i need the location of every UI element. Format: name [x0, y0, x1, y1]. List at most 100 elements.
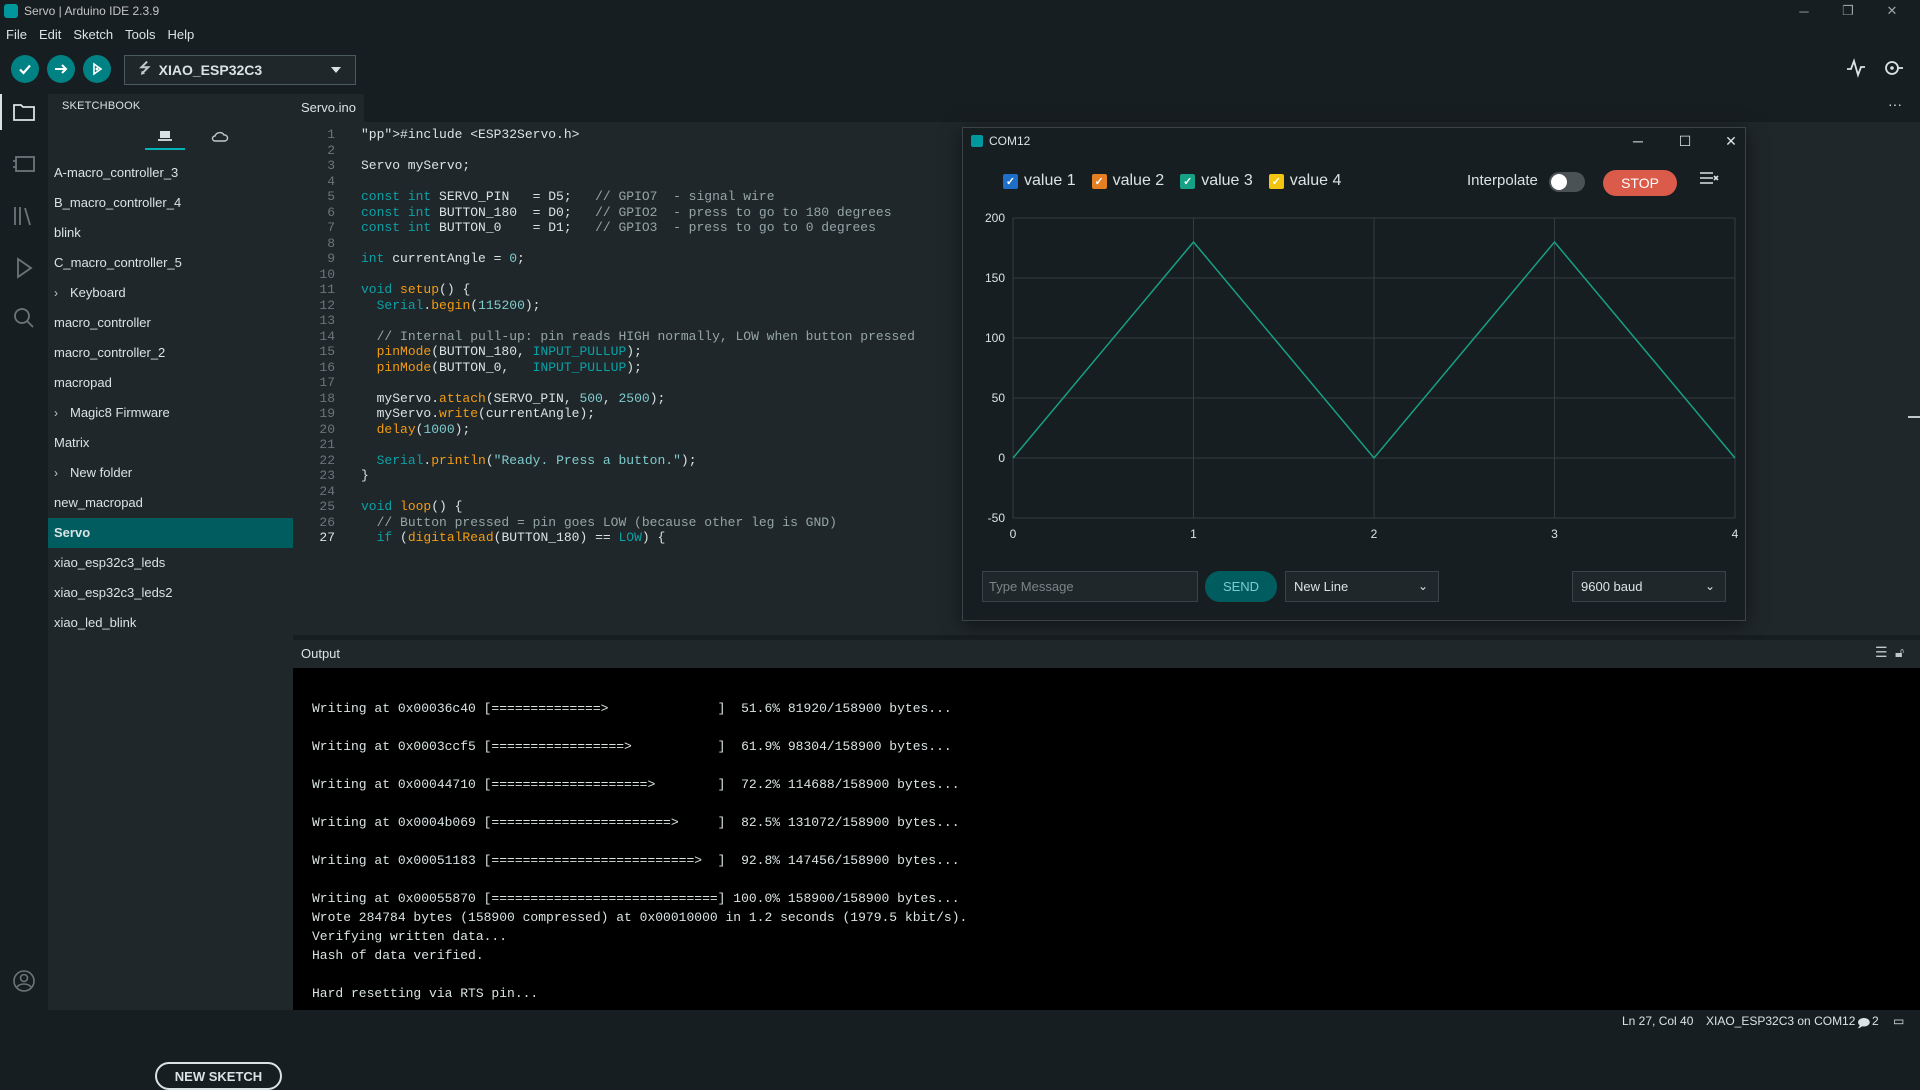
checkbox-icon[interactable]: ✓ — [1268, 173, 1284, 189]
interpolate-toggle[interactable] — [1549, 172, 1585, 192]
output-line: Verifying written data... — [312, 929, 508, 944]
plotter-icon — [1847, 58, 1865, 78]
x-tick-label: 1 — [1190, 527, 1197, 541]
minimize-button[interactable]: ─ — [1782, 0, 1826, 22]
interpolate-label: Interpolate — [1467, 172, 1538, 189]
sketch-item-label: new_macropad — [54, 495, 143, 510]
arduino-logo-icon — [971, 135, 983, 147]
sketch-item-label: C_macro_controller_5 — [54, 255, 182, 270]
legend-item[interactable]: ✓ value 3 — [1180, 172, 1253, 190]
baud-select[interactable]: 9600 baud ⌄ — [1572, 571, 1726, 602]
lock-icon[interactable]: 🔓︎ — [1895, 644, 1904, 661]
output-line: Writing at 0x00044710 [=================… — [312, 777, 960, 792]
close-button[interactable]: ✕ — [1870, 0, 1914, 22]
send-button[interactable]: SEND — [1205, 571, 1277, 602]
sketch-item[interactable]: › Magic8 Firmware — [48, 398, 293, 428]
line-ending-select[interactable]: New Line ⌄ — [1285, 571, 1439, 602]
clear-icon[interactable] — [1699, 170, 1719, 193]
sketchbook-button[interactable] — [10, 98, 38, 126]
clear-output-icon[interactable]: ☰ — [1875, 644, 1888, 661]
upload-button[interactable] — [47, 55, 75, 83]
sketch-item[interactable]: Matrix — [48, 428, 293, 458]
check-icon — [19, 64, 31, 75]
notifications-count: 2 — [1872, 1014, 1879, 1028]
more-actions-icon[interactable]: ··· — [1888, 96, 1902, 112]
checkbox-icon[interactable]: ✓ — [1091, 173, 1107, 189]
sketch-item[interactable]: xiao_esp32c3_leds2 — [48, 578, 293, 608]
menu-tools[interactable]: Tools — [119, 24, 161, 46]
chevron-down-icon — [331, 67, 341, 73]
tab-servo-ino[interactable]: Servo.ino — [293, 94, 364, 122]
sketch-item[interactable]: new_macropad — [48, 488, 293, 518]
line-number: 27 — [319, 530, 335, 545]
cursor-position[interactable]: Ln 27, Col 40 — [1622, 1014, 1693, 1028]
plotter-minimize-button[interactable]: ─ — [1628, 131, 1648, 151]
plotter-close-button[interactable]: ✕ — [1721, 131, 1741, 151]
new-sketch-button[interactable]: NEW SKETCH — [155, 1062, 282, 1090]
legend-item[interactable]: ✓ value 1 — [1003, 172, 1076, 190]
activity-bar — [0, 94, 48, 1010]
chevron-down-icon: ⌄ — [1417, 579, 1428, 593]
checkbox-icon[interactable]: ✓ — [1180, 173, 1196, 189]
sketch-item[interactable]: macro_controller — [48, 308, 293, 338]
tab-cloud-sketchbook[interactable] — [200, 124, 240, 150]
output-line: Writing at 0x0004b069 [=================… — [312, 815, 960, 830]
sketch-item[interactable]: › Keyboard — [48, 278, 293, 308]
sketch-item[interactable]: xiao_esp32c3_leds — [48, 548, 293, 578]
search-icon — [14, 308, 34, 328]
verify-button[interactable] — [11, 55, 39, 83]
serial-monitor-button[interactable] — [1882, 58, 1904, 83]
message-input[interactable]: Type Message — [982, 571, 1198, 602]
debug-panel-button[interactable] — [10, 254, 38, 282]
legend-label: value 2 — [1112, 172, 1165, 189]
sketch-item-label: A-macro_controller_3 — [54, 165, 179, 180]
debug-button[interactable] — [83, 55, 111, 83]
x-tick-label: 3 — [1551, 527, 1558, 541]
restore-button[interactable]: ❐ — [1826, 0, 1870, 22]
board-selector[interactable]: ⭍ XIAO_ESP32C3 — [124, 55, 356, 85]
menu-sketch[interactable]: Sketch — [67, 24, 119, 46]
checkbox-icon[interactable]: ✓ — [1003, 173, 1018, 189]
sketch-item[interactable]: xiao_led_blink — [48, 608, 293, 638]
boards-manager-button[interactable] — [10, 150, 38, 178]
board-port-status[interactable]: XIAO_ESP32C3 on COM12 — [1706, 1014, 1855, 1028]
sketch-item[interactable]: Servo — [48, 518, 293, 548]
chevron-right-icon: › — [54, 286, 58, 300]
search-button[interactable] — [10, 304, 38, 332]
sketch-item-label: New folder — [70, 465, 133, 480]
scroll-indicator — [1908, 416, 1920, 418]
menu-file[interactable]: File — [0, 24, 33, 46]
menu-edit[interactable]: Edit — [33, 24, 67, 46]
y-tick-label: 100 — [985, 331, 1005, 345]
serial-plotter-button[interactable] — [1846, 58, 1866, 83]
panel-toggle-icon[interactable]: ▭ — [1893, 1014, 1904, 1028]
x-tick-label: 2 — [1371, 527, 1378, 541]
output-line: Writing at 0x00051183 [=================… — [312, 853, 960, 868]
menu-help[interactable]: Help — [161, 24, 200, 46]
output-title: Output — [301, 646, 341, 661]
sketch-item-label: macro_controller — [54, 315, 151, 330]
library-manager-button[interactable] — [10, 202, 38, 230]
sketch-item[interactable]: C_macro_controller_5 — [48, 248, 293, 278]
stop-button[interactable]: STOP — [1603, 170, 1677, 196]
laptop-icon — [158, 131, 172, 141]
sketch-item[interactable]: A-macro_controller_3 — [48, 158, 293, 188]
sketch-item[interactable]: B_macro_controller_4 — [48, 188, 293, 218]
sketch-item[interactable]: blink — [48, 218, 293, 248]
tab-local-sketchbook[interactable] — [145, 124, 185, 150]
active-indicator — [0, 94, 2, 130]
output-console[interactable]: Writing at 0x00036c40 [==============> ]… — [293, 668, 1920, 1010]
y-tick-label: 150 — [985, 271, 1005, 285]
chevron-right-icon: › — [54, 406, 58, 420]
legend-item[interactable]: ✓ value 4 — [1268, 172, 1341, 190]
sketch-item[interactable]: macro_controller_2 — [48, 338, 293, 368]
sketch-item[interactable]: macropad — [48, 368, 293, 398]
sketch-item[interactable]: › New folder — [48, 458, 293, 488]
legend-item[interactable]: ✓ value 2 — [1091, 172, 1165, 190]
sketch-item-label: xiao_led_blink — [54, 615, 137, 630]
account-button[interactable] — [10, 967, 38, 995]
library-icon — [14, 207, 31, 226]
serial-plotter-window: COM12 ─ ☐ ✕ ✓ value 1 ✓ value 2 ✓ value 3 ✓ val… — [962, 127, 1746, 621]
account-icon — [13, 970, 35, 992]
plotter-maximize-button[interactable]: ☐ — [1675, 131, 1695, 151]
